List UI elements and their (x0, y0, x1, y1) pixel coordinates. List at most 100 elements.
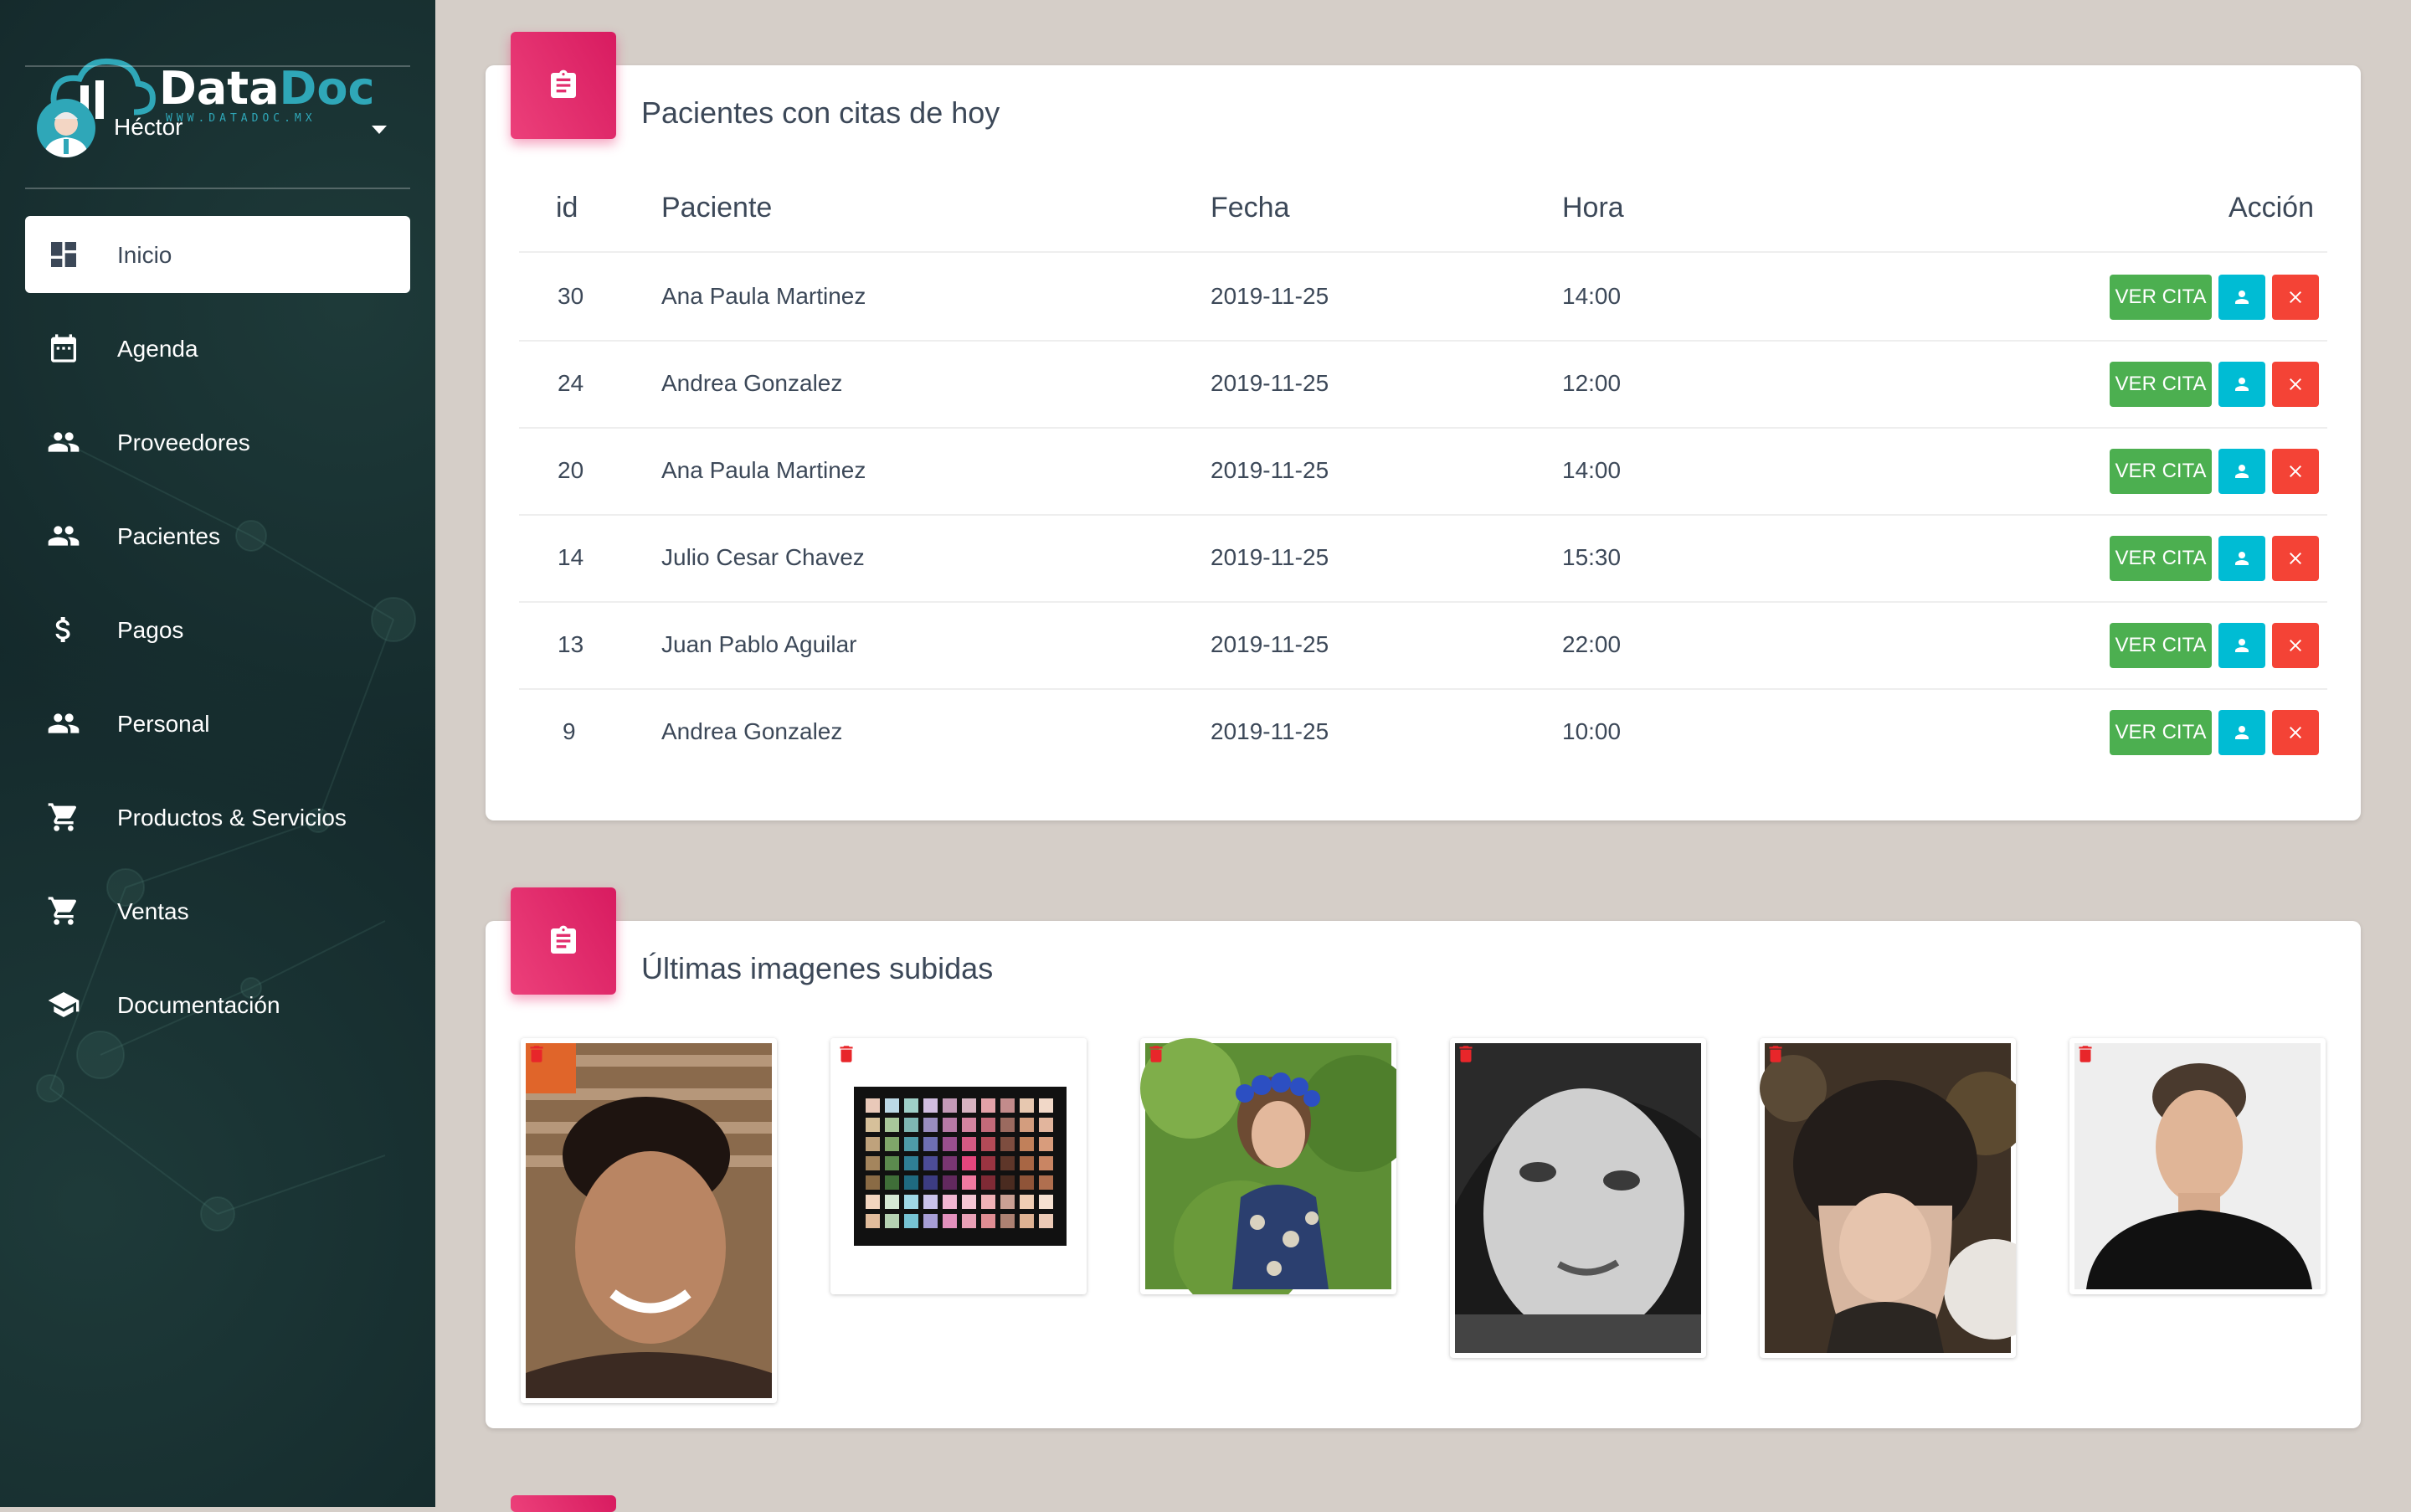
image-man-smiling (526, 1043, 772, 1398)
sidebar-item-ventas[interactable]: Ventas (25, 872, 410, 949)
cancel-appointment-button[interactable] (2272, 362, 2319, 407)
image-man-black-sweater (2074, 1043, 2321, 1289)
sidebar-item-label: Proveedores (117, 429, 250, 455)
cell-date: 2019-11-25 (1211, 544, 1329, 570)
table-row: 20 Ana Paula Martinez 2019-11-25 14:00 V… (519, 427, 2327, 516)
cell-patient: Ana Paula Martinez (661, 457, 866, 483)
card-title: Pacientes con citas de hoy (641, 95, 1000, 130)
avatar (37, 99, 95, 157)
close-icon (2290, 553, 2301, 564)
cancel-appointment-button[interactable] (2272, 623, 2319, 668)
sidebar-item-inicio[interactable]: Inicio (25, 216, 410, 293)
caret-down-icon[interactable] (372, 126, 387, 134)
sidebar-item-label: Personal (117, 711, 210, 737)
image-woman-flower-crown (1140, 1038, 1396, 1294)
patient-profile-button[interactable] (2218, 362, 2265, 407)
cell-time: 12:00 (1562, 370, 1622, 396)
sidebar-item-productos[interactable]: Productos & Servicios (25, 779, 410, 856)
cell-date: 2019-11-25 (1211, 457, 1329, 483)
person-icon (2235, 726, 2249, 739)
table-row: 13 Juan Pablo Aguilar 2019-11-25 22:00 V… (519, 601, 2327, 690)
sidebar-item-proveedores[interactable]: Proveedores (25, 404, 410, 481)
trash-icon[interactable] (526, 1041, 547, 1067)
calendar-icon (51, 334, 76, 363)
trash-icon[interactable] (1145, 1041, 1167, 1067)
column-header-id: id (556, 192, 578, 224)
view-appointment-button[interactable]: VER CITA (2110, 623, 2212, 668)
card-title: Últimas imagenes subidas (641, 951, 994, 985)
uploaded-image[interactable] (1760, 1038, 2016, 1358)
table-row: 24 Andrea Gonzalez 2019-11-25 12:00 VER … (519, 340, 2327, 429)
uploaded-image[interactable] (1450, 1038, 1706, 1358)
view-appointment-button[interactable]: VER CITA (2110, 536, 2212, 581)
people-icon (48, 432, 80, 452)
cell-patient: Juan Pablo Aguilar (661, 631, 857, 657)
table-header: id Paciente Fecha Hora Acción (519, 183, 2327, 253)
appointments-card: Pacientes con citas de hoy id Paciente F… (486, 32, 2361, 820)
cell-time: 22:00 (1562, 631, 1622, 657)
cell-id-text: 24 (558, 370, 584, 396)
person-icon (2235, 465, 2249, 478)
cell-time: 14:00 (1562, 283, 1622, 309)
sidebar-item-label: Documentación (117, 992, 280, 1018)
view-appointment-button[interactable]: VER CITA (2110, 710, 2212, 755)
doctor-avatar-icon (44, 112, 89, 157)
next-card-icon (511, 1495, 616, 1512)
sidebar-item-label: Pagos (117, 617, 184, 643)
clipboard-icon (551, 69, 576, 98)
table-row: 30 Ana Paula Martinez 2019-11-25 14:00 V… (519, 253, 2327, 342)
sidebar-item-label: Inicio (117, 242, 172, 268)
image-girl-knit-hat (1760, 1043, 2016, 1353)
sidebar-item-label: Agenda (117, 336, 198, 362)
view-appointment-button[interactable]: VER CITA (2110, 362, 2212, 407)
cell-id-text: 20 (558, 457, 584, 483)
uploaded-image[interactable] (830, 1038, 1087, 1294)
cancel-appointment-button[interactable] (2272, 275, 2319, 320)
uploaded-image[interactable] (1140, 1038, 1396, 1294)
cell-date: 2019-11-25 (1211, 718, 1329, 744)
trash-icon[interactable] (2074, 1041, 2096, 1067)
sidebar-item-pagos[interactable]: Pagos (25, 591, 410, 668)
cell-date: 2019-11-25 (1211, 370, 1329, 396)
cancel-appointment-button[interactable] (2272, 536, 2319, 581)
trash-icon[interactable] (1455, 1041, 1477, 1067)
patient-profile-button[interactable] (2218, 536, 2265, 581)
sidebar-item-personal[interactable]: Personal (25, 685, 410, 762)
view-appointment-button[interactable]: VER CITA (2110, 275, 2212, 320)
cancel-appointment-button[interactable] (2272, 710, 2319, 755)
person-icon (2235, 639, 2249, 652)
recent-images-card: Últimas imagenes subidas (486, 887, 2361, 1428)
cancel-appointment-button[interactable] (2272, 449, 2319, 494)
cell-id-text: 30 (558, 283, 584, 309)
cell-date: 2019-11-25 (1211, 283, 1329, 309)
sidebar-item-documentacion[interactable]: Documentación (25, 966, 410, 1043)
patient-profile-button[interactable] (2218, 623, 2265, 668)
sidebar-item-label: Ventas (117, 898, 189, 924)
person-icon (2235, 378, 2249, 391)
view-appointment-button[interactable]: VER CITA (2110, 449, 2212, 494)
sidebar: DataDoc WWW.DATADOC.MX Héctor Inicio Age… (0, 0, 435, 1507)
user-name: Héctor (114, 114, 183, 140)
uploaded-image[interactable] (2069, 1038, 2326, 1294)
cell-id-text: 14 (558, 544, 584, 570)
separator (25, 188, 410, 189)
table-row: 14 Julio Cesar Chavez 2019-11-25 15:30 V… (519, 514, 2327, 603)
trash-icon[interactable] (835, 1041, 857, 1067)
patient-profile-button[interactable] (2218, 710, 2265, 755)
cell-time: 15:30 (1562, 544, 1622, 570)
sidebar-item-agenda[interactable]: Agenda (25, 310, 410, 387)
close-icon (2290, 291, 2301, 303)
cell-patient: Ana Paula Martinez (661, 283, 866, 309)
sidebar-item-label: Pacientes (117, 523, 220, 549)
trash-icon[interactable] (1765, 1041, 1786, 1067)
patient-profile-button[interactable] (2218, 275, 2265, 320)
column-header-accion: Acción (2228, 192, 2314, 224)
uploaded-image[interactable] (521, 1038, 777, 1403)
card-header-icon (511, 32, 616, 139)
patient-profile-button[interactable] (2218, 449, 2265, 494)
table-row: 9 Andrea Gonzalez 2019-11-25 10:00 VER C… (519, 688, 2327, 775)
sidebar-item-pacientes[interactable]: Pacientes (25, 497, 410, 574)
people-icon (48, 526, 80, 546)
user-menu[interactable]: Héctor (37, 99, 397, 159)
cell-time: 10:00 (1562, 718, 1622, 744)
